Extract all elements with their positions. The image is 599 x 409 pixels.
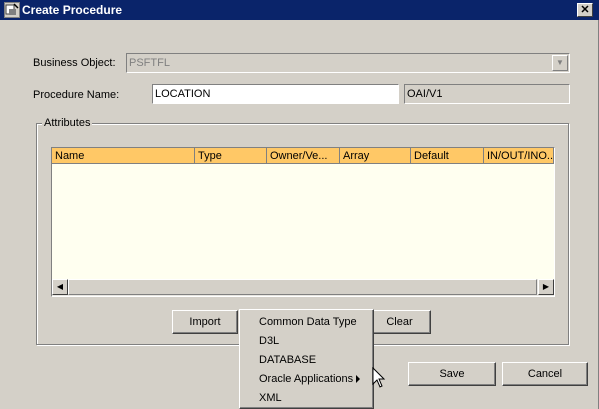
attributes-table[interactable]: Name Type Owner/Ve... Array Default IN/O… <box>51 147 555 297</box>
menu-item-label: D3L <box>259 335 280 347</box>
business-object-combo: PSFTFL ▼ <box>126 53 570 73</box>
chevron-down-icon: ▼ <box>552 55 568 71</box>
scrollbar-thumb[interactable] <box>68 279 537 295</box>
version-field: OAI/V1 <box>404 84 570 104</box>
version-value: OAI/V1 <box>407 88 443 100</box>
column-header-array[interactable]: Array <box>340 148 411 164</box>
procedure-name-label: Procedure Name: <box>33 89 120 101</box>
column-header-owner-version[interactable]: Owner/Ve... <box>267 148 340 164</box>
menu-item-label: Oracle Applications <box>259 373 354 385</box>
clear-button[interactable]: Clear <box>368 310 431 334</box>
import-button[interactable]: Import <box>172 310 238 334</box>
menu-item-oracle-applications[interactable]: Oracle Applications <box>242 370 371 389</box>
menu-item-label: Common Data Type <box>259 316 357 328</box>
submenu-arrow-icon <box>356 375 360 383</box>
procedure-name-value: LOCATION <box>155 88 211 100</box>
mouse-pointer-icon <box>372 367 386 388</box>
close-button[interactable]: ✕ <box>577 3 593 17</box>
horizontal-scrollbar[interactable]: ◀ ▶ <box>52 279 554 296</box>
business-object-label: Business Object: <box>33 57 116 69</box>
window-title: Create Procedure <box>22 3 123 17</box>
cancel-button[interactable]: Cancel <box>502 362 588 386</box>
close-icon: ✕ <box>580 4 590 16</box>
menu-item-xml[interactable]: XML <box>242 389 371 408</box>
column-header-name[interactable]: Name <box>52 148 195 164</box>
title-bar[interactable]: Create Procedure ✕ <box>0 0 599 20</box>
attributes-group-label: Attributes <box>42 117 93 129</box>
save-button[interactable]: Save <box>408 362 496 386</box>
menu-item-label: DATABASE <box>259 354 317 366</box>
menu-item-d3l[interactable]: D3L <box>242 332 371 351</box>
create-procedure-dialog: Create Procedure ✕ Business Object: PSFT… <box>0 0 599 409</box>
column-header-in-out[interactable]: IN/OUT/INO... <box>484 148 554 164</box>
import-menu: Common Data Type D3L DATABASE Oracle App… <box>239 309 374 409</box>
menu-item-common-data-type[interactable]: Common Data Type <box>242 313 371 332</box>
scroll-right-icon[interactable]: ▶ <box>538 279 554 295</box>
business-object-value: PSFTFL <box>129 57 170 69</box>
column-header-type[interactable]: Type <box>195 148 267 164</box>
menu-item-label: XML <box>259 392 282 404</box>
column-header-default[interactable]: Default <box>411 148 484 164</box>
table-header: Name Type Owner/Ve... Array Default IN/O… <box>52 148 554 164</box>
app-icon <box>4 2 20 18</box>
procedure-name-input[interactable]: LOCATION <box>152 84 399 104</box>
scroll-left-icon[interactable]: ◀ <box>52 279 68 295</box>
menu-item-database[interactable]: DATABASE <box>242 351 371 370</box>
